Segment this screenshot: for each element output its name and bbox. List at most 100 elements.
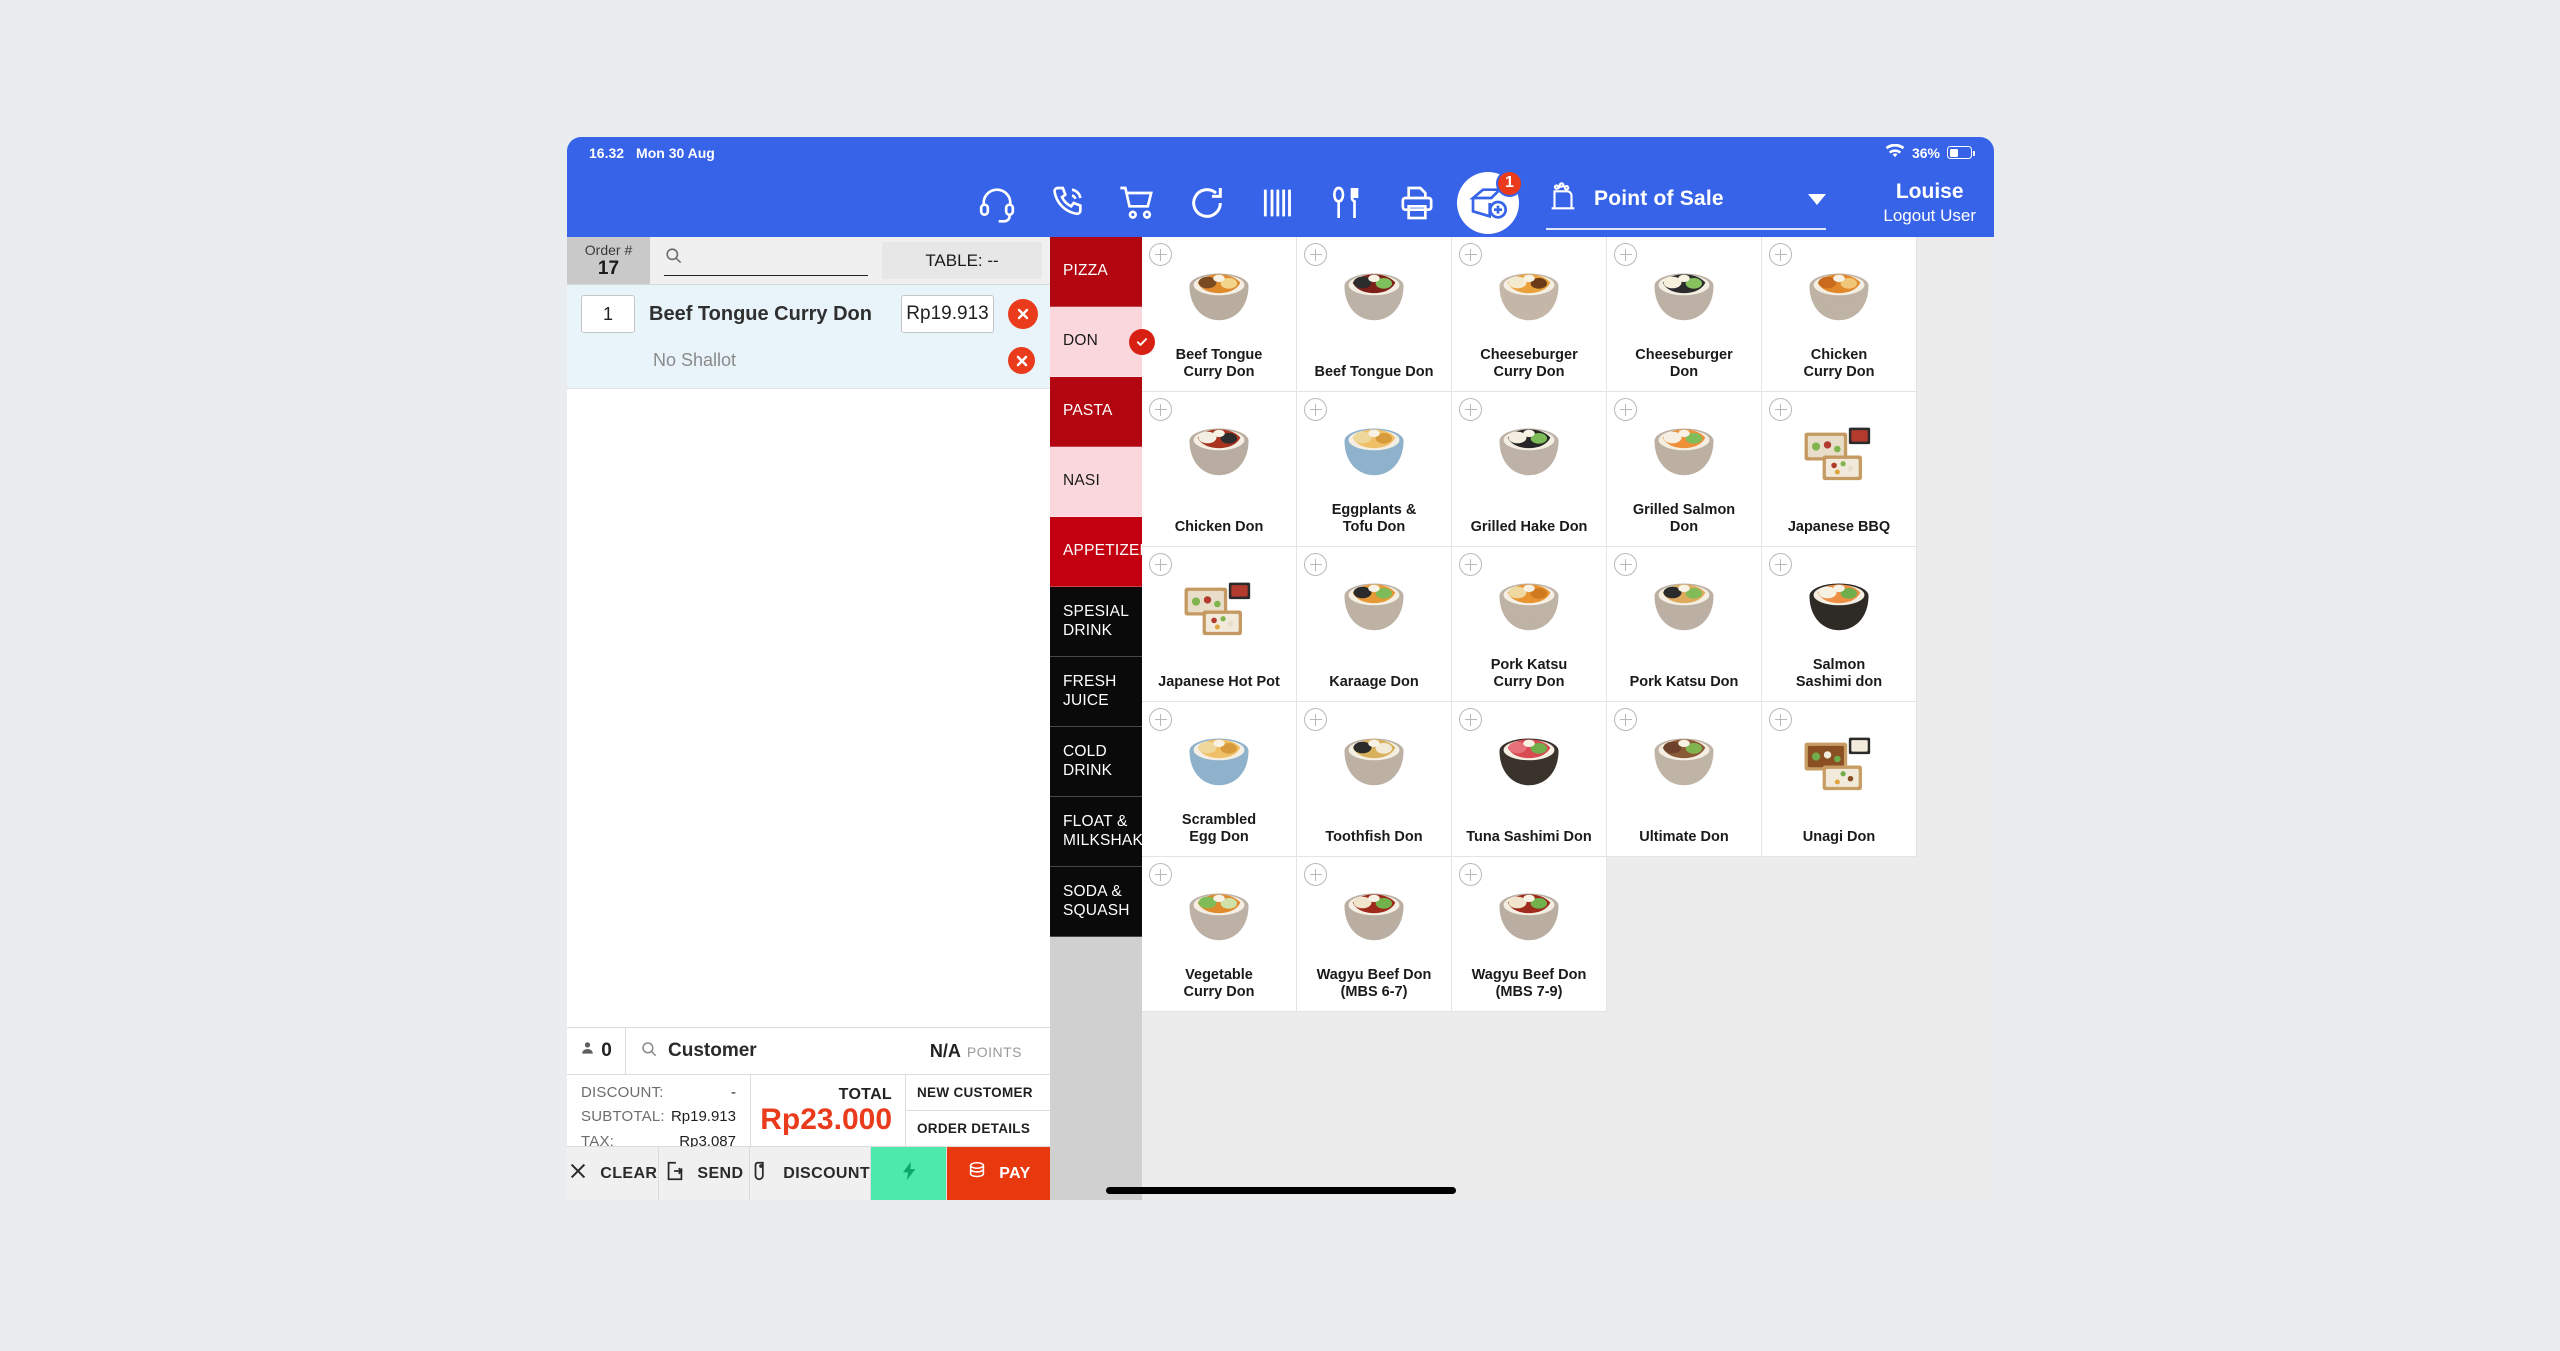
product-image [1488,408,1570,490]
add-product-icon[interactable] [1459,708,1482,731]
add-order-icon[interactable]: 1 [1457,169,1523,234]
product-image [1798,253,1880,335]
add-product-icon[interactable] [1459,243,1482,266]
product-card[interactable]: Karaage Don [1297,547,1452,702]
add-product-icon[interactable] [1304,243,1327,266]
table-button[interactable]: TABLE: -- [882,242,1042,279]
guest-count-button[interactable]: 0 [567,1028,626,1074]
add-product-icon[interactable] [1614,243,1637,266]
order-item-row[interactable]: 1 Beef Tongue Curry Don Rp19.913 [567,285,1050,343]
new-customer-button[interactable]: NEW CUSTOMER [906,1075,1050,1111]
add-product-icon[interactable] [1149,553,1172,576]
shopping-cart-icon[interactable] [1102,172,1172,234]
add-product-icon[interactable] [1304,553,1327,576]
category-selected-check-icon [1129,328,1155,355]
add-product-icon[interactable] [1769,243,1792,266]
pay-button[interactable]: PAY [947,1147,1051,1200]
product-card[interactable]: Tuna Sashimi Don [1452,702,1607,857]
order-number-value: 17 [597,257,620,279]
category-nasi[interactable]: NASI [1050,447,1142,517]
category-pizza[interactable]: PIZZA [1050,237,1142,307]
product-card[interactable]: Wagyu Beef Don (MBS 6-7) [1297,857,1452,1012]
pos-app-window: 16.32 Mon 30 Aug 36% 1 Point of Sale Lou… [567,137,1994,1200]
order-number-box[interactable]: Order # 17 [567,237,650,284]
remove-modifier-icon[interactable] [1008,347,1035,374]
product-card[interactable]: Beef Tongue Don [1297,237,1452,392]
phone-call-icon[interactable] [1032,172,1102,234]
product-card[interactable]: Pork Katsu Curry Don [1452,547,1607,702]
discount-button[interactable]: DISCOUNT [750,1147,872,1200]
product-card[interactable]: Chicken Curry Don [1762,237,1917,392]
barcode-icon[interactable] [1242,172,1312,234]
remove-item-icon[interactable] [1008,299,1038,329]
product-card[interactable]: Wagyu Beef Don (MBS 7-9) [1452,857,1607,1012]
user-name: Louise [1895,179,1964,203]
product-image [1798,563,1880,645]
product-image [1643,563,1725,645]
product-card[interactable]: Beef Tongue Curry Don [1142,237,1297,392]
product-card[interactable]: Unagi Don [1762,702,1917,857]
product-card[interactable]: Eggplants & Tofu Don [1297,392,1452,547]
product-card[interactable]: Grilled Salmon Don [1607,392,1762,547]
add-product-icon[interactable] [1304,863,1327,886]
headset-icon[interactable] [962,172,1032,234]
product-card[interactable]: Japanese Hot Pot [1142,547,1297,702]
product-label: Ultimate Don [1639,829,1729,846]
refresh-icon[interactable] [1172,172,1242,234]
send-button[interactable]: SEND [659,1147,751,1200]
add-product-icon[interactable] [1149,398,1172,421]
add-product-icon[interactable] [1614,708,1637,731]
category-soda-squash[interactable]: SODA & SQUASH [1050,867,1142,937]
mode-selector[interactable]: Point of Sale [1546,176,1826,230]
add-product-icon[interactable] [1304,708,1327,731]
item-name: Beef Tongue Curry Don [649,302,872,325]
status-time: 16.32 [589,144,625,161]
product-card[interactable]: Grilled Hake Don [1452,392,1607,547]
add-product-icon[interactable] [1459,863,1482,886]
add-product-icon[interactable] [1769,708,1792,731]
quick-pay-button[interactable] [871,1147,948,1200]
category-cold-drink[interactable]: COLD DRINK [1050,727,1142,797]
product-card[interactable]: Cheeseburger Curry Don [1452,237,1607,392]
chevron-down-icon[interactable] [1808,193,1826,205]
product-card[interactable]: Pork Katsu Don [1607,547,1762,702]
product-card[interactable]: Ultimate Don [1607,702,1762,857]
totals-breakdown: DISCOUNT: - SUBTOTAL: Rp19.913 TAX: Rp3.087 [567,1075,750,1150]
product-card[interactable]: Japanese BBQ [1762,392,1917,547]
category-pasta[interactable]: PASTA [1050,377,1142,447]
add-product-icon[interactable] [1149,708,1172,731]
item-price[interactable]: Rp19.913 [901,295,994,333]
top-toolbar: 1 Point of Sale Louise Logout User [567,168,1994,237]
category-don[interactable]: DON [1050,307,1155,377]
printer-icon[interactable] [1382,172,1452,234]
order-details-button[interactable]: ORDER DETAILS [906,1111,1050,1146]
category-label: FLOAT & MILKSHAKE [1063,812,1154,849]
category-appetizer[interactable]: APPETIZER [1050,517,1151,587]
logout-label[interactable]: Logout User [1883,205,1976,226]
add-product-icon[interactable] [1459,398,1482,421]
product-card[interactable]: Vegetable Curry Don [1142,857,1297,1012]
product-card[interactable]: Chicken Don [1142,392,1297,547]
add-product-icon[interactable] [1149,243,1172,266]
search-input[interactable] [693,248,868,267]
clear-button[interactable]: CLEAR [567,1147,659,1200]
product-card[interactable]: Cheeseburger Don [1607,237,1762,392]
product-card[interactable]: Toothfish Don [1297,702,1452,857]
add-product-icon[interactable] [1614,398,1637,421]
add-product-icon[interactable] [1769,553,1792,576]
user-menu[interactable]: Louise Logout User [1883,179,1976,227]
category-spesial-drink[interactable]: SPESIAL DRINK [1050,587,1142,657]
cutlery-icon[interactable] [1312,172,1382,234]
add-product-icon[interactable] [1769,398,1792,421]
item-quantity[interactable]: 1 [581,295,635,333]
add-product-icon[interactable] [1459,553,1482,576]
add-product-icon[interactable] [1304,398,1327,421]
category-float-milkshake[interactable]: FLOAT & MILKSHAKE [1050,797,1153,867]
customer-search[interactable]: Customer N/A POINTS [626,1028,1050,1074]
add-product-icon[interactable] [1149,863,1172,886]
product-card[interactable]: Scrambled Egg Don [1142,702,1297,857]
category-fresh-juice[interactable]: FRESH JUICE [1050,657,1142,727]
product-card[interactable]: Salmon Sashimi don [1762,547,1917,702]
home-indicator [1105,1187,1456,1194]
add-product-icon[interactable] [1614,553,1637,576]
